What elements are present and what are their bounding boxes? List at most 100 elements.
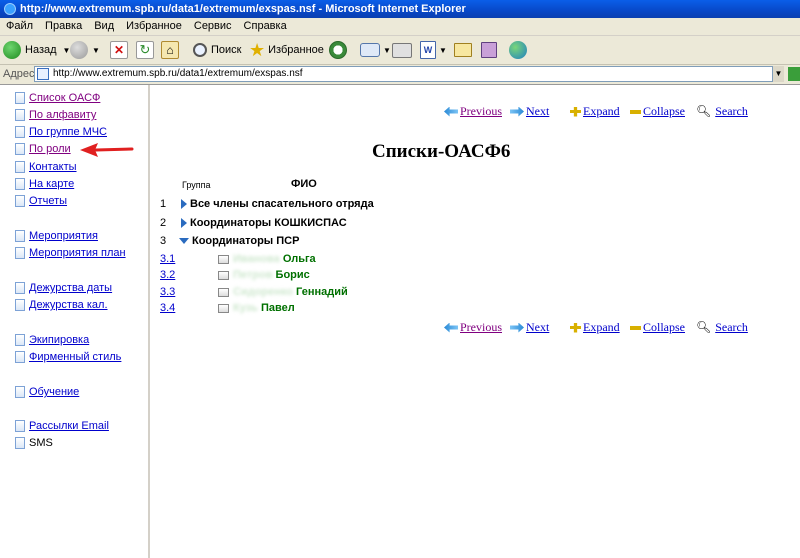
refresh-button[interactable]: ↻ [136, 39, 154, 61]
category-row[interactable]: Координаторы ПСР [179, 234, 299, 248]
person-entry[interactable]: Кузь Павел [218, 301, 295, 315]
menu-favorites[interactable]: Избранное [126, 20, 182, 32]
search-button[interactable]: Поиск [193, 39, 241, 61]
nav-link[interactable]: По алфавиту [29, 109, 96, 121]
expand-action[interactable]: Expand [570, 320, 620, 335]
nav-item-dezhurstva-kal[interactable]: Дежурства кал. [15, 298, 108, 312]
entry-number[interactable]: 3.3 [160, 285, 175, 299]
messenger-button[interactable] [509, 39, 527, 61]
document-icon [15, 386, 25, 398]
nav-item-meropriyatiya-plan[interactable]: Мероприятия план [15, 246, 126, 260]
nav-link[interactable]: Отчеты [29, 195, 67, 207]
go-button[interactable] [788, 67, 800, 81]
expand-action[interactable]: Expand [570, 104, 620, 119]
search-link[interactable]: Search [715, 320, 748, 335]
home-button[interactable]: ⌂ [161, 39, 179, 61]
next-action[interactable]: Next [510, 320, 549, 335]
nav-link[interactable]: На карте [29, 178, 74, 190]
menu-help[interactable]: Справка [244, 20, 287, 32]
address-input[interactable]: http://www.extremum.spb.ru/data1/extremu… [34, 66, 784, 82]
expand-triangle-icon[interactable] [181, 218, 187, 229]
nav-item-spisok-oasf[interactable]: Список ОАСФ [15, 91, 100, 105]
research-button[interactable] [481, 39, 497, 61]
previous-action[interactable]: Previous [444, 104, 502, 119]
expand-link[interactable]: Expand [583, 104, 620, 119]
next-link[interactable]: Next [526, 320, 549, 335]
person-entry[interactable]: Петров Борис [218, 268, 310, 282]
nav-link[interactable]: Контакты [29, 161, 77, 173]
previous-action[interactable]: Previous [444, 320, 502, 335]
nav-link[interactable]: По роли [29, 143, 71, 155]
nav-item-po-alfavitu[interactable]: По алфавиту [15, 108, 96, 122]
history-button[interactable] [329, 39, 347, 61]
person-entry[interactable]: Иванова Ольга [218, 252, 316, 266]
arrow-right-icon [510, 106, 524, 117]
search-link[interactable]: Search [715, 104, 748, 119]
nav-link[interactable]: Список ОАСФ [29, 92, 100, 104]
stop-button[interactable]: ✕ [110, 39, 128, 61]
nav-item-dezhurstva-daty[interactable]: Дежурства даты [15, 281, 112, 295]
address-dropdown-button[interactable]: ▼ [772, 66, 784, 82]
nav-link[interactable]: По группе МЧС [29, 126, 107, 138]
menu-file[interactable]: Файл [6, 20, 33, 32]
mail-button[interactable]: ▼ [360, 39, 391, 61]
discuss-button[interactable] [454, 39, 472, 61]
collapse-link[interactable]: Collapse [643, 104, 685, 119]
nav-item-meropriyatiya[interactable]: Мероприятия [15, 229, 98, 243]
entry-number-link[interactable]: 3.3 [160, 286, 175, 298]
nav-item-otchety[interactable]: Отчеты [15, 194, 67, 208]
entry-number-link[interactable]: 3.1 [160, 253, 175, 265]
nav-link[interactable]: Мероприятия [29, 230, 98, 242]
nav-item-kontakty[interactable]: Контакты [15, 160, 77, 174]
nav-item-ekipirovka[interactable]: Экипировка [15, 333, 89, 347]
search-action[interactable]: 🔍︎ Search [696, 320, 748, 335]
nav-item-na-karte[interactable]: На карте [15, 177, 74, 191]
document-icon [15, 143, 25, 155]
nav-link[interactable]: Обучение [29, 386, 79, 398]
nav-link[interactable]: Дежурства кал. [29, 299, 108, 311]
favorites-button[interactable]: ★ Избранное [249, 39, 324, 61]
search-action[interactable]: 🔍︎ Search [696, 104, 748, 119]
blurred-surname: Кузь [233, 302, 258, 314]
previous-link[interactable]: Previous [460, 104, 502, 119]
previous-link[interactable]: Previous [460, 320, 502, 335]
expand-link[interactable]: Expand [583, 320, 620, 335]
entry-number[interactable]: 3.1 [160, 252, 175, 266]
entry-number[interactable]: 3.4 [160, 301, 175, 315]
nav-link[interactable]: Мероприятия план [29, 247, 126, 259]
forward-button[interactable]: ▼ [70, 39, 100, 61]
nav-item-rassylki-email[interactable]: Рассылки Email [15, 419, 109, 433]
collapse-action[interactable]: Collapse [630, 320, 685, 335]
favorites-label: Избранное [268, 44, 324, 56]
entry-number-link[interactable]: 3.2 [160, 269, 175, 281]
nav-item-obuchenie[interactable]: Обучение [15, 385, 79, 399]
nav-item-sms[interactable]: SMS [15, 436, 53, 450]
nav-item-po-gruppe[interactable]: По группе МЧС [15, 125, 107, 139]
nav-item-po-roli[interactable]: По роли [15, 142, 71, 156]
person-entry[interactable]: Сидоренко Геннадий [218, 285, 348, 299]
expand-triangle-icon[interactable] [181, 199, 187, 210]
nav-link[interactable]: Дежурства даты [29, 282, 112, 294]
home-icon: ⌂ [161, 41, 179, 59]
entry-number-link[interactable]: 3.4 [160, 302, 175, 314]
next-link[interactable]: Next [526, 104, 549, 119]
nav-link[interactable]: Фирменный стиль [29, 351, 121, 363]
collapse-triangle-icon[interactable] [179, 238, 189, 245]
magnifier-icon: 🔍︎ [696, 104, 712, 118]
menu-tools[interactable]: Сервис [194, 20, 232, 32]
document-icon [15, 299, 25, 311]
nav-item-firmenny-stil[interactable]: Фирменный стиль [15, 350, 121, 364]
menu-edit[interactable]: Правка [45, 20, 82, 32]
next-action[interactable]: Next [510, 104, 549, 119]
entry-number[interactable]: 3.2 [160, 268, 175, 282]
collapse-link[interactable]: Collapse [643, 320, 685, 335]
back-button[interactable]: Назад ▼ [3, 39, 70, 61]
nav-link[interactable]: Экипировка [29, 334, 89, 346]
category-row[interactable]: Все члены спасательного отряда [181, 197, 374, 211]
nav-link[interactable]: Рассылки Email [29, 420, 109, 432]
menu-view[interactable]: Вид [94, 20, 114, 32]
edit-button[interactable]: W ▼ [420, 39, 447, 61]
collapse-action[interactable]: Collapse [630, 104, 685, 119]
print-button[interactable] [392, 39, 412, 61]
category-row[interactable]: Координаторы КОШКИСПАС [181, 216, 347, 230]
